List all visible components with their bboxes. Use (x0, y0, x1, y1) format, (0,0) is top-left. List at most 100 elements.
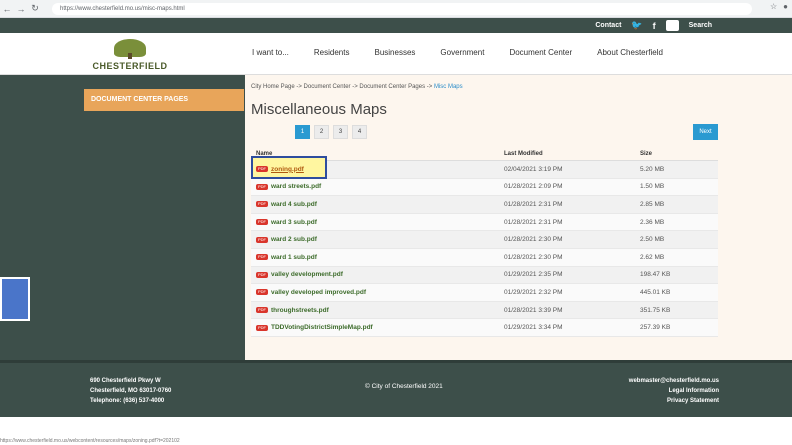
file-modified: 01/28/2021 2:30 PM (504, 236, 563, 244)
footer-links: webmaster@chesterfield.mo.us Legal Infor… (629, 376, 719, 406)
table-row: PDF valley developed improved.pdf 01/29/20… (251, 284, 718, 302)
file-modified: 01/28/2021 2:31 PM (504, 218, 563, 226)
star-icon[interactable]: ☆ (770, 2, 777, 11)
file-link[interactable]: ward 1 sub.pdf (271, 254, 317, 261)
site-footer: 690 Chesterfield Pkwy W Chesterfield, MO… (0, 360, 792, 417)
file-modified: 01/28/2021 2:30 PM (504, 253, 563, 261)
sidebar-title[interactable]: DOCUMENT CENTER PAGES (84, 89, 244, 111)
file-size: 2.85 MB (640, 200, 665, 208)
site-header: CHESTERFIELD I want to... Residents Busi… (0, 33, 792, 75)
file-link[interactable]: TDDVotingDistrictSimpleMap.pdf (271, 324, 373, 331)
breadcrumb-home[interactable]: City Home Page (251, 84, 295, 90)
footer-privacy-link[interactable]: Privacy Statement (629, 396, 719, 406)
table-row: PDF ward 1 sub.pdf 01/28/2021 2:30 PM 2.62 … (251, 248, 718, 267)
file-link[interactable]: zoning.pdf (271, 166, 304, 173)
main-content: City Home Page -> Document Center -> Doc… (245, 75, 792, 360)
breadcrumb-document-center-pages[interactable]: Document Center Pages (359, 84, 425, 90)
table-row: PDF ward 2 sub.pdf 01/28/2021 2:30 PM 2.50 … (251, 231, 718, 249)
col-modified[interactable]: Last Modified (504, 151, 640, 157)
file-size: 257.39 KB (640, 324, 671, 332)
table-row: PDF ward streets.pdf 01/28/2021 2:09 PM 1.5… (251, 178, 718, 197)
sidebar: DOCUMENT CENTER PAGES (0, 75, 245, 360)
file-link[interactable]: ward 3 sub.pdf (271, 219, 317, 226)
file-link[interactable]: valley development.pdf (271, 271, 343, 278)
breadcrumb-document-center[interactable]: Document Center (304, 84, 351, 90)
file-link[interactable]: throughstreets.pdf (271, 307, 329, 314)
pdf-icon: PDF (256, 254, 268, 261)
pdf-icon: PDF (256, 289, 268, 296)
file-modified: 01/28/2021 3:39 PM (504, 306, 563, 314)
next-button[interactable]: Next (693, 124, 718, 140)
main-nav: I want to... Residents Businesses Govern… (252, 48, 688, 57)
pdf-icon: PDF (256, 219, 268, 226)
file-link[interactable]: ward streets.pdf (271, 183, 321, 190)
file-link[interactable]: ward 4 sub.pdf (271, 201, 317, 208)
file-modified: 01/29/2021 3:34 PM (504, 324, 563, 332)
nav-businesses[interactable]: Businesses (374, 48, 415, 57)
table-body: PDF zoning.pdf 02/04/2021 3:19 PM 5.20 MB PD… (251, 156, 718, 337)
col-size[interactable]: Size (640, 151, 718, 157)
footer-email-link[interactable]: webmaster@chesterfield.mo.us (629, 376, 719, 386)
file-modified: 01/28/2021 2:31 PM (504, 200, 563, 208)
table-row: PDF valley development.pdf 01/29/2021 2:35… (251, 266, 718, 285)
nav-about[interactable]: About Chesterfield (597, 48, 663, 57)
overlay-marker (0, 277, 30, 321)
search-link[interactable]: Search (689, 22, 712, 29)
breadcrumb: City Home Page -> Document Center -> Doc… (251, 84, 463, 90)
forward-icon[interactable]: → (14, 2, 28, 16)
twitter-icon[interactable]: 🐦 (631, 20, 642, 31)
nav-document-center[interactable]: Document Center (509, 48, 572, 57)
file-table: Name Last Modified Size PDF zoning.pdf 02/… (251, 148, 718, 337)
breadcrumb-current: Misc Maps (433, 84, 463, 90)
contact-link[interactable]: Contact (595, 22, 621, 29)
page-title: Miscellaneous Maps (251, 101, 387, 118)
file-size: 445.01 KB (640, 288, 671, 296)
file-link[interactable]: ward 2 sub.pdf (271, 236, 317, 243)
pdf-icon: PDF (256, 236, 268, 243)
file-size: 5.20 MB (640, 165, 665, 173)
page-4-button[interactable]: 4 (352, 125, 367, 139)
pdf-icon: PDF (256, 307, 268, 314)
nav-residents[interactable]: Residents (314, 48, 350, 57)
file-link[interactable]: valley developed improved.pdf (271, 289, 366, 296)
reload-icon[interactable]: ↻ (28, 2, 42, 16)
browser-toolbar: ← → ↻ https://www.chesterfield.mo.us/mis… (0, 0, 792, 18)
table-row: PDF ward 4 sub.pdf 01/28/2021 2:31 PM 2.85 … (251, 196, 718, 214)
table-row: PDF ward 3 sub.pdf 01/28/2021 2:31 PM 2.36 … (251, 213, 718, 232)
footer-copyright: © City of Chesterfield 2021 (365, 383, 443, 390)
address-bar[interactable]: https://www.chesterfield.mo.us/misc-maps… (52, 3, 752, 15)
page-2-button[interactable]: 2 (314, 125, 329, 139)
status-url: https://www.chesterfield.mo.us/webconten… (0, 438, 180, 444)
file-size: 2.36 MB (640, 218, 665, 226)
file-modified: 01/29/2021 2:35 PM (504, 271, 563, 279)
back-icon[interactable]: ← (0, 2, 14, 16)
city-logo[interactable]: CHESTERFIELD (90, 39, 170, 71)
pdf-icon: PDF (256, 183, 268, 190)
logo-text: CHESTERFIELD (92, 61, 168, 71)
file-size: 351.75 KB (640, 306, 671, 314)
tree-icon (114, 39, 146, 59)
pdf-icon: PDF (256, 201, 268, 208)
file-size: 1.50 MB (640, 183, 665, 191)
facebook-icon[interactable]: f (653, 21, 656, 31)
table-row: PDF TDDVotingDistrictSimpleMap.pdf 01/29/2… (251, 319, 718, 337)
status-bar: https://www.chesterfield.mo.us/webconten… (0, 417, 792, 445)
page-1-button[interactable]: 1 (295, 125, 310, 139)
page-3-button[interactable]: 3 (333, 125, 348, 139)
table-row: PDF zoning.pdf 02/04/2021 3:19 PM 5.20 MB (251, 156, 718, 179)
utility-bar: Contact 🐦 f ⌕ Search (0, 18, 792, 33)
search-icon[interactable]: ⌕ (665, 20, 679, 31)
file-modified: 01/28/2021 2:09 PM (504, 183, 563, 191)
pdf-icon: PDF (256, 166, 268, 173)
file-modified: 01/29/2021 2:32 PM (504, 288, 563, 296)
footer-legal-link[interactable]: Legal Information (629, 386, 719, 396)
file-size: 198.47 KB (640, 271, 671, 279)
nav-i-want-to[interactable]: I want to... (252, 48, 289, 57)
profile-icon[interactable]: ● (783, 2, 788, 11)
pdf-icon: PDF (256, 271, 268, 278)
table-row: PDF throughstreets.pdf 01/28/2021 3:39 PM 3… (251, 301, 718, 320)
nav-government[interactable]: Government (440, 48, 484, 57)
file-modified: 02/04/2021 3:19 PM (504, 165, 563, 173)
file-size: 2.62 MB (640, 253, 665, 261)
pdf-icon: PDF (256, 324, 268, 331)
